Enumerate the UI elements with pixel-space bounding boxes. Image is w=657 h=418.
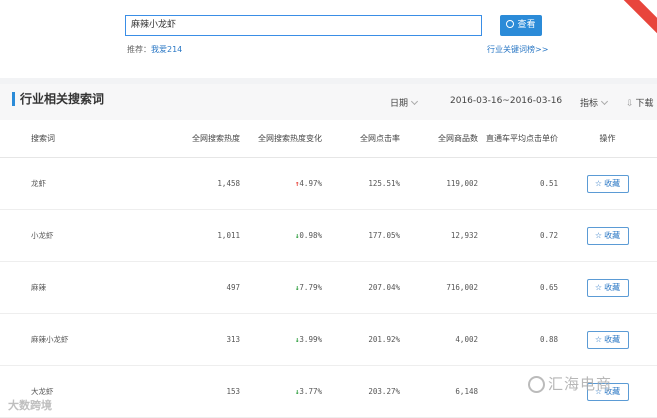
favorite-label: 收藏 [604, 178, 621, 188]
heat-change-cell: ↓0.98% [240, 209, 322, 262]
header-cpc[interactable]: 直通车平均点击单价 [478, 120, 558, 158]
related-keywords-panel: 行业相关搜索词 日期 2016-03-16~2016-03-16 指标 ⇩ 下载 … [0, 84, 657, 418]
header-keyword[interactable]: 搜索词 [0, 120, 160, 158]
chevron-down-icon [410, 97, 419, 106]
search-button-label: 查看 [517, 20, 536, 30]
ctr-cell: 207.04% [322, 261, 400, 314]
wechat-icon [528, 376, 545, 393]
date-label: 日期 [390, 99, 409, 109]
ctr-cell: 201.92% [322, 313, 400, 366]
table-row: 小龙虾 1,011 ↓0.98% 177.05% 12,932 0.72 ☆ 收藏 [0, 209, 657, 262]
search-area: 麻辣小龙虾 查看 推荐：我爱214 行业关键词榜>> [0, 0, 657, 78]
heat-cell: 497 [160, 261, 240, 314]
heat-change-cell: ↓3.99% [240, 313, 322, 366]
search-button[interactable]: 查看 [500, 15, 542, 36]
panel-title: 行业相关搜索词 [12, 92, 104, 106]
favorite-label: 收藏 [604, 230, 621, 240]
industry-keyword-link[interactable]: 行业关键词榜>> [487, 44, 548, 55]
heat-change-cell: ↓7.79% [240, 261, 322, 314]
watermark-right-text: 汇海电商 [548, 375, 613, 393]
table-row: 龙虾 1,458 ↑4.97% 125.51% 119,002 0.51 ☆ 收藏 [0, 157, 657, 210]
favorite-label: 收藏 [604, 282, 621, 292]
heat-cell: 313 [160, 313, 240, 366]
favorite-label: 收藏 [604, 334, 621, 344]
action-cell: ☆ 收藏 [558, 313, 657, 366]
action-cell: ☆ 收藏 [558, 209, 657, 262]
cpc-cell: 0.51 [478, 157, 558, 210]
metric-dropdown[interactable]: 指标 [580, 96, 609, 109]
heat-cell: 1,011 [160, 209, 240, 262]
search-icon [506, 19, 515, 28]
search-input[interactable]: 麻辣小龙虾 [125, 15, 482, 36]
keyword-link[interactable]: 小龙虾 [0, 209, 160, 262]
corner-ribbon [623, 0, 657, 34]
action-cell: ☆ 收藏 [558, 157, 657, 210]
header-ctr[interactable]: 全网点击率 [322, 120, 400, 158]
goods-cell: 12,932 [400, 209, 478, 262]
star-icon: ☆ [594, 334, 603, 344]
cpc-cell: 0.88 [478, 313, 558, 366]
heat-change-value: 4.97% [299, 179, 322, 188]
metric-label: 指标 [580, 99, 599, 109]
star-icon: ☆ [594, 282, 603, 292]
header-heat-change[interactable]: 全网搜索热度变化 [240, 120, 322, 158]
favorite-button[interactable]: ☆ 收藏 [586, 174, 629, 193]
heat-cell: 153 [160, 365, 240, 418]
star-icon: ☆ [594, 178, 603, 188]
action-cell: ☆ 收藏 [558, 261, 657, 314]
heat-change-value: 7.79% [299, 283, 322, 292]
heat-change-value: 3.77% [299, 387, 322, 396]
date-range[interactable]: 2016-03-16~2016-03-16 [450, 96, 562, 106]
table-header-row: 搜索词 全网搜索热度 全网搜索热度变化 全网点击率 全网商品数 直通车平均点击单… [0, 120, 657, 158]
heat-change-value: 3.99% [299, 335, 322, 344]
header-heat[interactable]: 全网搜索热度 [160, 120, 240, 158]
header-goods[interactable]: 全网商品数 [400, 120, 478, 158]
download-label: 下载 [635, 99, 654, 109]
panel-header: 行业相关搜索词 日期 2016-03-16~2016-03-16 指标 ⇩ 下载 [0, 84, 657, 120]
recommend-label: 推荐： [127, 45, 151, 54]
keyword-link[interactable]: 麻辣 [0, 261, 160, 314]
date-dropdown[interactable]: 日期 [390, 96, 419, 109]
header-action: 操作 [558, 120, 657, 158]
heat-cell: 1,458 [160, 157, 240, 210]
keyword-link[interactable]: 麻辣小龙虾 [0, 313, 160, 366]
heat-change-cell: ↑4.97% [240, 157, 322, 210]
favorite-button[interactable]: ☆ 收藏 [586, 226, 629, 245]
ctr-cell: 125.51% [322, 157, 400, 210]
favorite-button[interactable]: ☆ 收藏 [586, 278, 629, 297]
heat-change-value: 0.98% [299, 231, 322, 240]
recommend-link[interactable]: 我爱214 [151, 45, 182, 54]
watermark-left: 大数跨境 [8, 399, 52, 412]
ctr-cell: 203.27% [322, 365, 400, 418]
download-button[interactable]: ⇩ 下载 [626, 96, 654, 109]
keyword-link[interactable]: 龙虾 [0, 157, 160, 210]
goods-cell: 4,002 [400, 313, 478, 366]
ctr-cell: 177.05% [322, 209, 400, 262]
table-row: 麻辣小龙虾 313 ↓3.99% 201.92% 4,002 0.88 ☆ 收藏 [0, 313, 657, 366]
recommend-row: 推荐：我爱214 [127, 44, 182, 55]
cpc-cell: 0.65 [478, 261, 558, 314]
watermark-right: 汇海电商 [528, 373, 612, 394]
table-row: 麻辣 497 ↓7.79% 207.04% 716,002 0.65 ☆ 收藏 [0, 261, 657, 314]
goods-cell: 716,002 [400, 261, 478, 314]
heat-change-cell: ↓3.77% [240, 365, 322, 418]
star-icon: ☆ [594, 230, 603, 240]
goods-cell: 6,148 [400, 365, 478, 418]
goods-cell: 119,002 [400, 157, 478, 210]
favorite-button[interactable]: ☆ 收藏 [586, 330, 629, 349]
download-icon: ⇩ [626, 99, 634, 109]
cpc-cell: 0.72 [478, 209, 558, 262]
chevron-down-icon [600, 97, 609, 106]
